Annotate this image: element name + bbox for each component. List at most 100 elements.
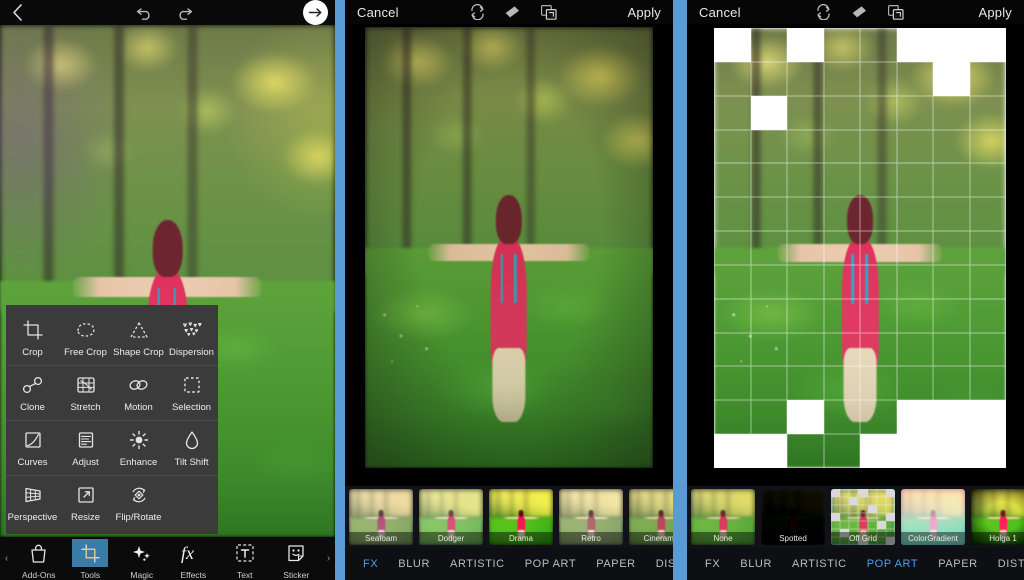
grid-cell [714, 231, 751, 265]
nav-item-effects[interactable]: fx Effects [170, 539, 216, 580]
filter-thumb-seafoam[interactable]: Seafoam [349, 489, 413, 545]
tool-flip-rotate[interactable]: Flip/Rotate [112, 476, 165, 530]
filter-thumb-cinerama[interactable]: Cinerama [629, 489, 673, 545]
filter-thumb-off-grid[interactable]: Off Grid [831, 489, 895, 545]
grid-cell [751, 130, 788, 164]
grid-cell [824, 366, 861, 400]
tab-fx[interactable]: FX [353, 558, 388, 570]
strap-right [514, 253, 517, 304]
refresh-button[interactable] [459, 0, 495, 24]
grid-cell-empty [750, 434, 787, 468]
tab-paper[interactable]: PAPER [928, 558, 987, 570]
photo-canvas-2[interactable] [365, 27, 653, 468]
tool-label: Tilt Shift [174, 457, 209, 468]
tab-artistic[interactable]: ARTISTIC [782, 558, 857, 570]
nav-item-tools[interactable]: Tools [67, 539, 113, 580]
filter-thumb-none[interactable]: None [691, 489, 755, 545]
tool-label: Motion [124, 402, 153, 413]
photo-scene [365, 27, 653, 468]
cancel-button[interactable]: Cancel [687, 5, 741, 20]
nav-label: Add-Ons [21, 570, 56, 580]
nav-item-add-ons[interactable]: Add-Ons [16, 539, 62, 580]
nav-item-sticker[interactable]: Sticker [273, 539, 319, 580]
tool-resize[interactable]: Resize [59, 476, 112, 530]
undo-button[interactable] [127, 0, 165, 25]
layers-button[interactable] [878, 0, 914, 24]
grid-cell [787, 130, 824, 164]
editor-screen-fx: Cancel Apply Seafoam Dodger Drama Retro … [345, 0, 673, 580]
next-button[interactable] [295, 0, 335, 25]
nav-item-magic[interactable]: Magic [119, 539, 165, 580]
filter-thumb-spotted[interactable]: Spotted [761, 489, 825, 545]
filter-thumb-drama[interactable]: Drama [489, 489, 553, 545]
strap-left [500, 253, 503, 304]
tab-pop-art[interactable]: POP ART [857, 558, 928, 570]
tool-shape-crop[interactable]: Shape Crop [112, 311, 165, 365]
refresh-button[interactable] [806, 0, 842, 24]
grid-cell [787, 366, 824, 400]
tab-blur[interactable]: BLUR [730, 558, 782, 570]
top-toolbar-1 [0, 0, 335, 25]
grid-cell-empty [714, 28, 751, 62]
tab-blur[interactable]: BLUR [388, 558, 440, 570]
tab-distort[interactable]: DISTORT [988, 558, 1024, 570]
tool-adjust[interactable]: Adjust [59, 421, 112, 475]
nav-scroll-left[interactable]: ‹ [0, 553, 13, 564]
grid-cell-empty [933, 61, 970, 96]
tool-clone[interactable]: Clone [6, 366, 59, 420]
tool-curves[interactable]: Curves [6, 421, 59, 475]
filter-thumb-retro[interactable]: Retro [559, 489, 623, 545]
grid-cell [751, 62, 788, 96]
cancel-button[interactable]: Cancel [345, 5, 399, 20]
apply-button[interactable]: Apply [627, 5, 673, 20]
perspective-icon [23, 484, 43, 506]
tool-crop[interactable]: Crop [6, 311, 59, 365]
nav-item-text[interactable]: Text [222, 539, 268, 580]
tool-stretch[interactable]: Stretch [59, 366, 112, 420]
photo-canvas-3[interactable] [714, 28, 1006, 468]
bag-icon [21, 539, 57, 567]
apply-button[interactable]: Apply [978, 5, 1024, 20]
tool-enhance[interactable]: Enhance [112, 421, 165, 475]
layers-button[interactable] [531, 0, 567, 24]
top-toolbar-2: Cancel Apply [345, 0, 673, 24]
filter-thumbnail-strip-2[interactable]: Seafoam Dodger Drama Retro Cineram [345, 486, 673, 548]
tool-label: Perspective [7, 512, 58, 523]
grid-cell [714, 62, 751, 96]
grid-cell [787, 197, 824, 231]
filter-thumb-dodger[interactable]: Dodger [419, 489, 483, 545]
tool-selection[interactable]: Selection [165, 366, 218, 420]
grid-cell [751, 28, 788, 62]
grid-cell [897, 163, 934, 197]
tab-artistic[interactable]: ARTISTIC [440, 558, 515, 570]
resize-icon [77, 484, 95, 506]
filter-thumbnail-strip-3[interactable]: None Spotted Off Grid ColorGradient Holg… [687, 486, 1024, 548]
tool-label: Enhance [119, 457, 158, 468]
grid-cell [897, 265, 934, 299]
nav-scroll-right[interactable]: › [322, 553, 335, 564]
tool-label: Curves [17, 457, 48, 468]
eraser-button[interactable] [842, 0, 878, 24]
filter-thumb-holga-1[interactable]: Holga 1 [971, 489, 1024, 545]
tool-tilt-shift[interactable]: Tilt Shift [165, 421, 218, 475]
redo-button[interactable] [165, 0, 203, 25]
grid-cell [787, 163, 824, 197]
tool-free-crop[interactable]: Free Crop [59, 311, 112, 365]
tab-paper[interactable]: PAPER [586, 558, 645, 570]
tab-fx[interactable]: FX [695, 558, 730, 570]
tab-pop-art[interactable]: POP ART [515, 558, 586, 570]
filter-thumb-colorgradient[interactable]: ColorGradient [901, 489, 965, 545]
grid-cell [824, 96, 861, 130]
tool-motion[interactable]: Motion [112, 366, 165, 420]
tab-distort[interactable]: DISTORT [646, 558, 673, 570]
grid-cell [824, 28, 861, 62]
tool-perspective[interactable]: Perspective [6, 476, 59, 530]
back-button[interactable] [0, 0, 34, 25]
tool-label: Flip/Rotate [115, 512, 162, 523]
editor-screen-tools: Crop Free Crop Shape Crop Dispersion Clo… [0, 0, 335, 580]
eraser-button[interactable] [495, 0, 531, 24]
tools-row: Crop Free Crop Shape Crop Dispersion [6, 311, 218, 366]
grid-cell-empty [933, 400, 970, 435]
tool-dispersion[interactable]: Dispersion [165, 311, 218, 365]
eraser-icon [852, 6, 866, 18]
